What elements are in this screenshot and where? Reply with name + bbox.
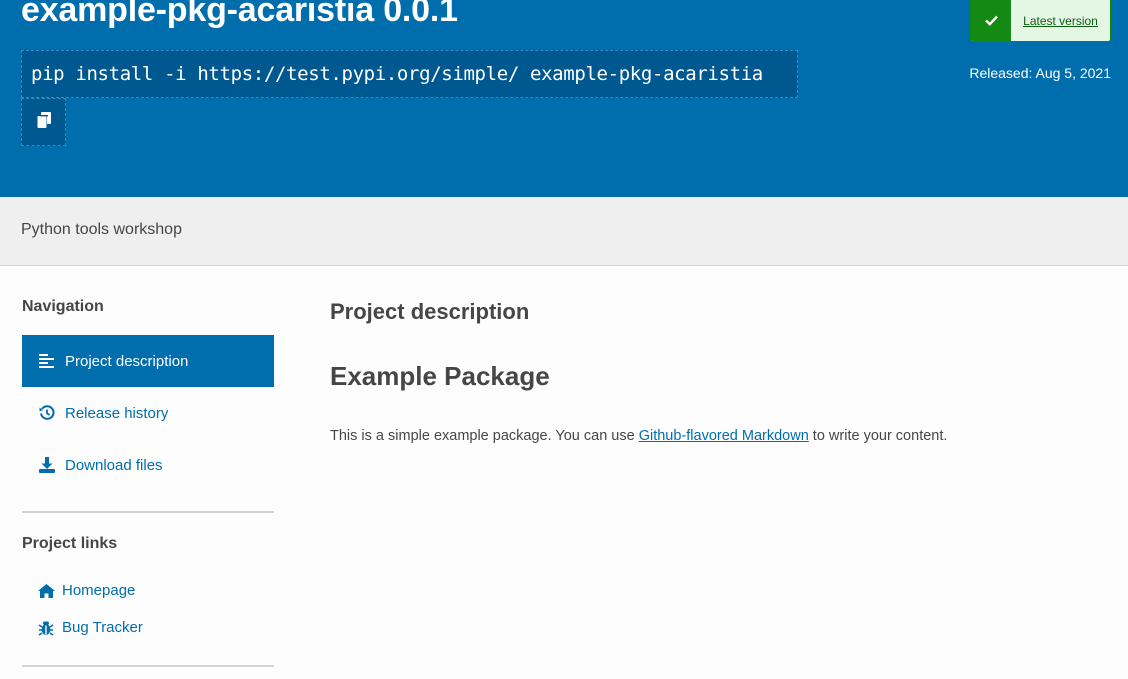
download-icon (39, 457, 65, 473)
paragraph-text: to write your content. (808, 428, 948, 444)
bug-tracker-link[interactable]: Bug Tracker (38, 619, 143, 636)
pip-command[interactable]: pip install -i https://test.pypi.org/sim… (31, 63, 763, 85)
sidebar-divider (22, 665, 274, 667)
section-heading: Project description (330, 299, 530, 324)
nav-project-description[interactable]: Project description (22, 335, 274, 387)
check-icon (971, 0, 1011, 41)
nav-label: Release history (65, 404, 169, 422)
markdown-link[interactable]: Github-flavored Markdown (639, 428, 809, 444)
readme-title: Example Package (330, 361, 550, 391)
copy-button[interactable] (21, 98, 66, 146)
package-title: example-pkg-acaristia 0.0.1 (21, 0, 458, 29)
package-summary: Python tools workshop (21, 221, 182, 238)
latest-version-link[interactable]: Latest version (1011, 0, 1110, 41)
project-links-heading: Project links (22, 535, 118, 552)
align-left-icon (39, 354, 65, 368)
nav-release-history[interactable]: Release history (22, 387, 274, 439)
release-date: Released: Aug 5, 2021 (969, 65, 1111, 81)
pip-command-box[interactable]: pip install -i https://test.pypi.org/sim… (21, 50, 798, 98)
package-summary-bar: Python tools workshop (0, 197, 1128, 266)
latest-version-badge[interactable]: Latest version (970, 0, 1111, 42)
sidebar-divider (22, 511, 274, 513)
bug-icon (38, 620, 62, 636)
package-header: example-pkg-acaristia 0.0.1 pip install … (0, 0, 1128, 197)
nav-label: Project description (65, 352, 189, 370)
nav-label: Download files (65, 456, 163, 474)
history-icon (39, 405, 65, 421)
readme-paragraph: This is a simple example package. You ca… (330, 428, 947, 444)
nav-download-files[interactable]: Download files (22, 439, 274, 491)
copy-icon (36, 111, 51, 133)
homepage-link[interactable]: Homepage (38, 582, 135, 599)
link-label: Homepage (62, 582, 136, 599)
link-label: Bug Tracker (62, 619, 143, 636)
paragraph-text: This is a simple example package. You ca… (330, 428, 639, 444)
home-icon (38, 583, 62, 598)
navigation-heading: Navigation (22, 298, 104, 315)
